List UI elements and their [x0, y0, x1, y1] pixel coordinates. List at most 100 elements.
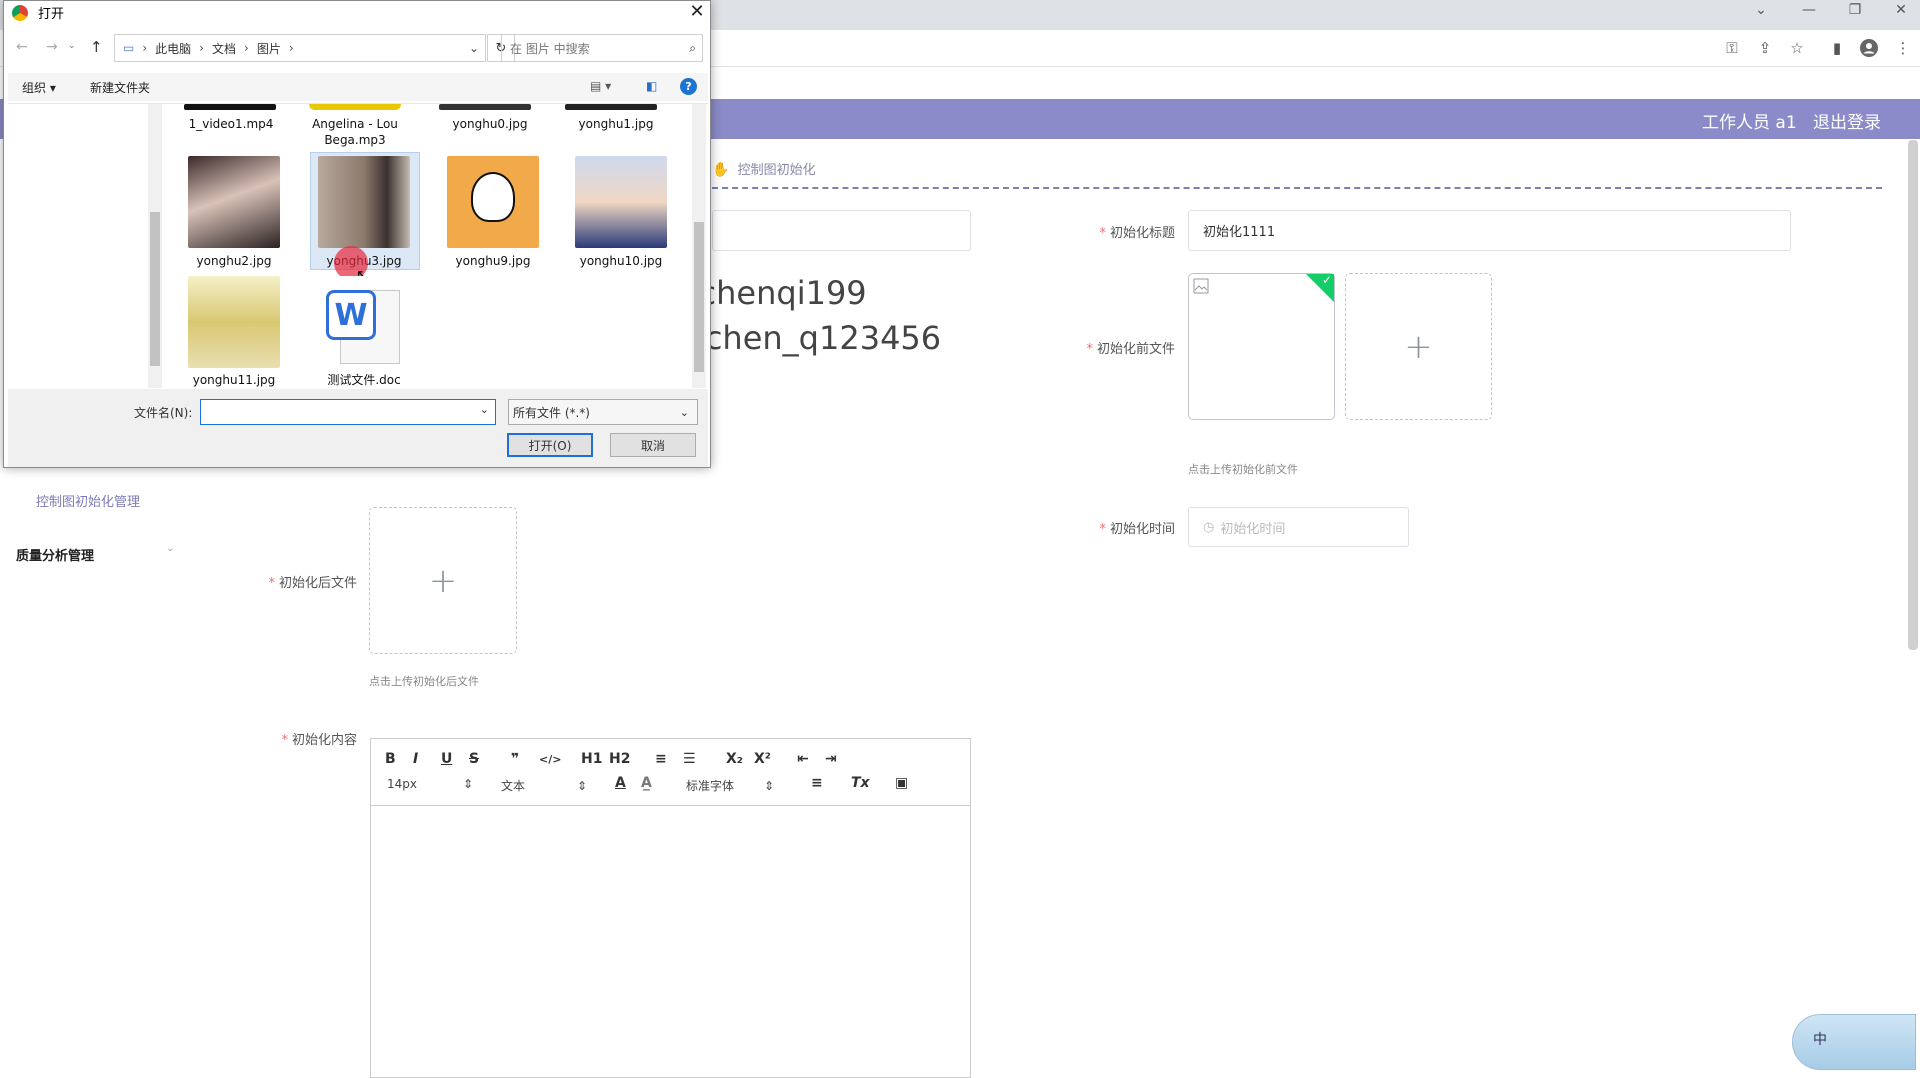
path-segment[interactable]: 图片	[257, 40, 281, 57]
minimize-button[interactable]: —	[1794, 2, 1824, 18]
filename-input[interactable]: ⌄	[200, 399, 496, 425]
files-scroll-thumb[interactable]	[694, 222, 704, 372]
up-arrow-icon[interactable]: ↑	[90, 38, 103, 56]
blockquote-button[interactable]: ❞	[511, 751, 519, 767]
ordered-list-button[interactable]: ≡	[655, 751, 667, 767]
view-options-icon[interactable]: ▤ ▾	[590, 79, 611, 93]
share-icon[interactable]: ⇪	[1755, 38, 1775, 58]
file-name[interactable]: yonghu9.jpg	[428, 253, 558, 269]
nav-scrollbar[interactable]	[148, 104, 162, 388]
forward-arrow-icon[interactable]: →	[46, 39, 58, 55]
page-scrollbar[interactable]	[1908, 140, 1918, 650]
chrome-icon	[12, 5, 28, 21]
file-name[interactable]: yonghu0.jpg	[425, 116, 555, 132]
file-thumb[interactable]	[447, 156, 539, 248]
new-folder-button[interactable]: 新建文件夹	[90, 79, 150, 96]
font-color-button[interactable]: A	[615, 775, 626, 791]
star-icon[interactable]: ☆	[1787, 38, 1807, 58]
before-file-preview[interactable]: ✓	[1188, 273, 1335, 420]
user-name[interactable]: 工作人员 a1	[1702, 108, 1797, 133]
file-name[interactable]: yonghu11.jpg	[169, 372, 299, 388]
ime-widget[interactable]: 中	[1792, 1014, 1916, 1070]
strike-button[interactable]: S	[469, 751, 479, 767]
recent-dropdown-icon[interactable]: ⌄	[68, 41, 76, 51]
address-dropdown-icon[interactable]: ⌄	[469, 41, 479, 55]
title-input[interactable]: 初始化1111	[1188, 210, 1791, 251]
file-thumb[interactable]	[575, 156, 667, 248]
file-thumb[interactable]	[318, 156, 410, 248]
sidebar-item-quality-analysis[interactable]: 质量分析管理	[16, 545, 94, 564]
time-placeholder: 初始化时间	[1220, 521, 1286, 537]
time-label: * 初始化时间	[1099, 522, 1175, 537]
filename-dropdown-icon[interactable]: ⌄	[480, 403, 489, 416]
h2-button[interactable]: H2	[609, 751, 630, 767]
bold-button[interactable]: B	[385, 751, 396, 767]
bullet-list-button[interactable]: ☰	[683, 751, 696, 767]
clear-format-button[interactable]: Tx	[851, 775, 870, 791]
before-file-upload-button[interactable]: +	[1345, 273, 1492, 420]
key-icon[interactable]: ⚿	[1722, 38, 1742, 58]
file-thumb[interactable]	[188, 276, 280, 368]
font-family-select[interactable]: 标准字体 ⇕	[686, 777, 774, 794]
outdent-button[interactable]: ⇤	[797, 751, 809, 767]
sidebar-item-control-chart-init[interactable]: 控制图初始化管理	[36, 491, 140, 510]
indent-button[interactable]: ⇥	[825, 751, 837, 767]
search-icon: ⌕	[689, 40, 696, 55]
file-list-pane: 1_video1.mp4 Angelina - Lou Bega.mp3 yon…	[8, 103, 708, 390]
h1-button[interactable]: H1	[581, 751, 602, 767]
file-name[interactable]: 1_video1.mp4	[166, 116, 296, 132]
file-name[interactable]: yonghu1.jpg	[551, 116, 681, 132]
open-button[interactable]: 打开(O)	[507, 433, 593, 457]
after-file-label: * 初始化后文件	[268, 576, 357, 591]
file-thumb[interactable]	[439, 104, 531, 110]
dialog-search-input[interactable]: 在 图片 中搜索 ⌕	[501, 34, 703, 62]
profile-icon[interactable]	[1859, 38, 1879, 58]
preview-pane-icon[interactable]: ◧	[646, 79, 657, 93]
file-name[interactable]: Angelina - Lou Bega.mp3	[297, 116, 413, 148]
close-window-button[interactable]: ✕	[1886, 2, 1916, 18]
subscript-button[interactable]: X₂	[726, 751, 743, 767]
logout-link[interactable]: 退出登录	[1813, 108, 1881, 133]
back-arrow-icon[interactable]: ←	[16, 39, 28, 55]
italic-button[interactable]: I	[413, 751, 418, 767]
align-button[interactable]: ≡	[811, 775, 823, 791]
file-name[interactable]: yonghu10.jpg	[556, 253, 686, 269]
after-file-upload-button[interactable]: +	[369, 507, 517, 654]
organize-button[interactable]: 组织 ▾	[22, 79, 56, 96]
nav-scroll-thumb[interactable]	[150, 212, 160, 366]
path-segment[interactable]: 此电脑	[155, 40, 191, 57]
files-scrollbar[interactable]	[692, 104, 706, 388]
open-file-dialog: 打开 ✕ ← → ⌄ ↑ ▭ › 此电脑 › 文档 › 图片 › ⌄ ↻ 在 图…	[3, 0, 711, 468]
word-doc-icon: W	[326, 290, 376, 340]
underline-button[interactable]: U	[441, 751, 452, 767]
background-color-button[interactable]: A̲	[641, 775, 652, 791]
hand-icon: ✋	[712, 162, 730, 178]
file-name[interactable]: 测试文件.doc	[299, 372, 429, 388]
before-file-label: * 初始化前文件	[1086, 342, 1175, 357]
file-thumb[interactable]	[309, 104, 401, 110]
filetype-select[interactable]: 所有文件 (*.*) ⌄	[508, 399, 698, 425]
code-block-button[interactable]: </>	[539, 753, 561, 766]
tab-search-button[interactable]: ⌄	[1746, 2, 1776, 18]
file-name[interactable]: yonghu2.jpg	[169, 253, 299, 269]
image-button[interactable]: ▣	[895, 775, 908, 791]
file-thumb[interactable]	[184, 104, 276, 110]
broken-image-icon	[1193, 278, 1209, 294]
file-thumb[interactable]: W	[318, 276, 410, 368]
menu-icon[interactable]: ⋮	[1893, 38, 1913, 58]
rich-text-editor[interactable]: B I U S ❞ </> H1 H2 ≡ ☰ X₂ X² ⇤ ⇥ 14px ⇕ …	[370, 738, 971, 1078]
help-icon[interactable]: ?	[680, 78, 697, 95]
path-segment[interactable]: 文档	[212, 40, 236, 57]
cancel-button[interactable]: 取消	[610, 433, 696, 457]
address-bar[interactable]: ▭ › 此电脑 › 文档 › 图片 › ⌄	[114, 34, 486, 62]
file-thumb[interactable]	[565, 104, 657, 110]
superscript-button[interactable]: X²	[754, 751, 771, 767]
font-size-select[interactable]: 14px ⇕	[387, 777, 473, 791]
restore-button[interactable]: ❐	[1840, 2, 1870, 18]
left-field-partial[interactable]	[712, 210, 971, 251]
file-thumb[interactable]	[188, 156, 280, 248]
sidebar-icon[interactable]: ▮	[1827, 38, 1847, 58]
dialog-close-button[interactable]: ✕	[684, 1, 710, 22]
block-type-select[interactable]: 文本 ⇕	[501, 777, 587, 794]
time-input[interactable]: ◷ 初始化时间	[1188, 507, 1409, 547]
